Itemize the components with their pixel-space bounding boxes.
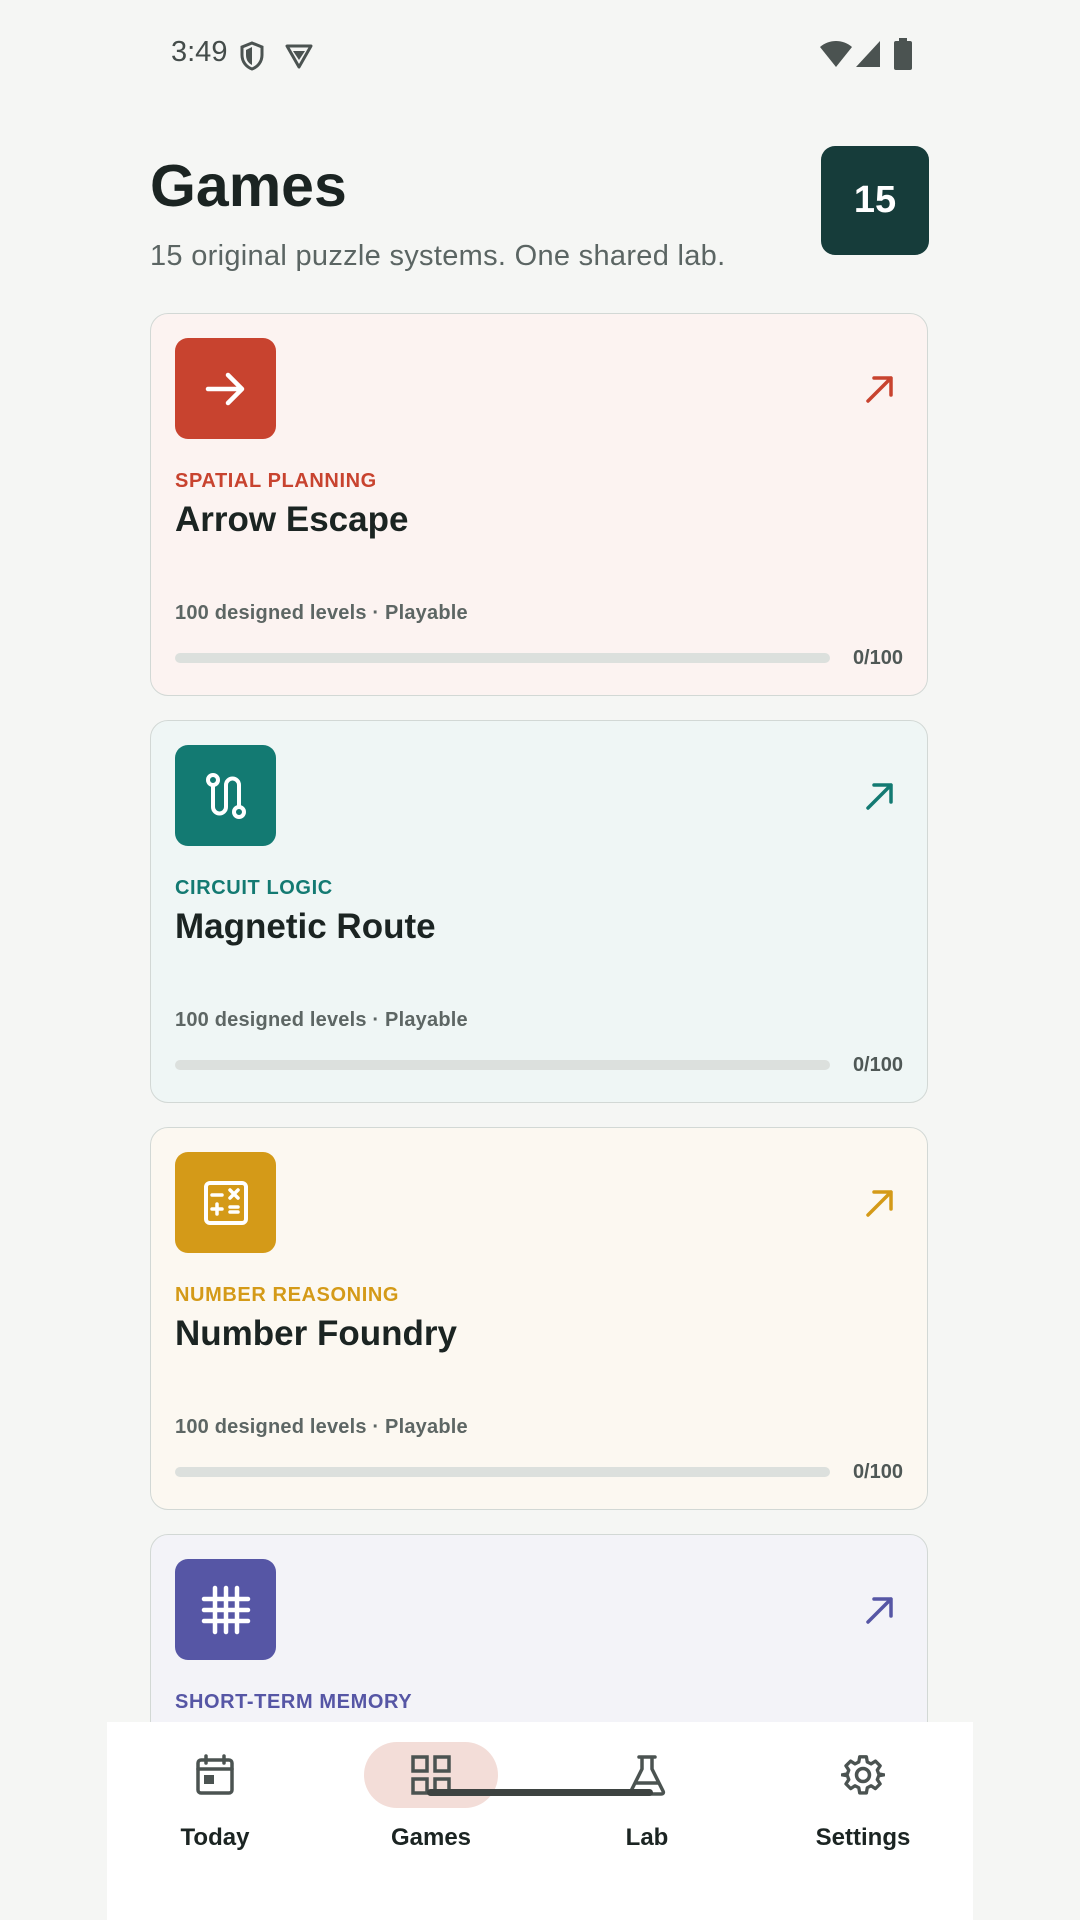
status-bar: 3:49 xyxy=(0,0,1080,110)
nav-pill-active xyxy=(364,1742,498,1808)
game-card-arrow-escape[interactable]: SPATIAL PLANNING Arrow Escape 100 design… xyxy=(150,313,928,696)
open-arrow-icon[interactable] xyxy=(863,372,897,406)
progress-bar xyxy=(175,653,830,663)
shield-icon xyxy=(240,41,264,71)
game-icon-tile xyxy=(175,745,276,846)
nav-pill xyxy=(796,1742,930,1808)
game-category: NUMBER REASONING xyxy=(175,1284,400,1306)
grid-icon xyxy=(201,1585,250,1634)
battery-icon xyxy=(894,38,912,70)
status-time: 3:49 xyxy=(171,36,228,68)
gesture-handle[interactable] xyxy=(427,1789,653,1796)
nav-item-settings[interactable]: Settings xyxy=(755,1722,971,1872)
signal-icon xyxy=(856,41,880,67)
vpn-icon xyxy=(285,44,313,69)
nav-item-today[interactable]: Today xyxy=(107,1722,323,1872)
nav-label: Today xyxy=(180,1824,250,1851)
page-title: Games xyxy=(150,153,347,219)
nav-pill xyxy=(148,1742,282,1808)
nav-pill xyxy=(580,1742,714,1808)
nav-label: Lab xyxy=(625,1824,669,1851)
game-meta: 100 designed levels · Playable xyxy=(175,602,468,624)
wifi-icon xyxy=(820,41,852,67)
game-meta: 100 designed levels · Playable xyxy=(175,1416,468,1438)
game-card-magnetic-route[interactable]: CIRCUIT LOGIC Magnetic Route 100 designe… xyxy=(150,720,928,1103)
arrow-right-icon xyxy=(205,372,244,405)
open-arrow-icon[interactable] xyxy=(863,1593,897,1627)
game-category: CIRCUIT LOGIC xyxy=(175,877,333,899)
nav-item-lab[interactable]: Lab xyxy=(539,1722,755,1872)
progress-bar xyxy=(175,1060,830,1070)
nav-label: Games xyxy=(390,1824,472,1851)
bottom-nav: Today Games Lab Settings xyxy=(107,1722,973,1920)
game-meta: 100 designed levels · Playable xyxy=(175,1009,468,1031)
game-list[interactable]: SPATIAL PLANNING Arrow Escape 100 design… xyxy=(150,313,930,1723)
progress-text: 0/100 xyxy=(852,647,903,669)
calendar-icon xyxy=(196,1754,234,1795)
game-icon-tile xyxy=(175,338,276,439)
game-icon-tile xyxy=(175,1559,276,1660)
open-arrow-icon[interactable] xyxy=(863,779,897,813)
calculator-icon xyxy=(203,1180,248,1225)
progress-text: 0/100 xyxy=(852,1461,903,1483)
gear-icon xyxy=(841,1755,885,1795)
game-icon-tile xyxy=(175,1152,276,1253)
game-title: Arrow Escape xyxy=(175,500,409,539)
game-title: Number Foundry xyxy=(175,1314,457,1353)
game-card-short-term-memory[interactable]: SHORT-TERM MEMORY xyxy=(150,1534,928,1723)
games-count-badge: 15 xyxy=(821,146,929,255)
page-subtitle: 15 original puzzle systems. One shared l… xyxy=(150,240,726,272)
progress-text: 0/100 xyxy=(852,1054,903,1076)
game-card-number-foundry[interactable]: NUMBER REASONING Number Foundry 100 desi… xyxy=(150,1127,928,1510)
nav-label: Settings xyxy=(815,1824,911,1851)
progress-bar xyxy=(175,1467,830,1477)
nav-item-games[interactable]: Games xyxy=(323,1722,539,1872)
game-category: SPATIAL PLANNING xyxy=(175,470,377,492)
open-arrow-icon[interactable] xyxy=(863,1186,897,1220)
route-icon xyxy=(205,772,246,819)
game-category: SHORT-TERM MEMORY xyxy=(175,1691,413,1713)
game-title: Magnetic Route xyxy=(175,907,436,946)
